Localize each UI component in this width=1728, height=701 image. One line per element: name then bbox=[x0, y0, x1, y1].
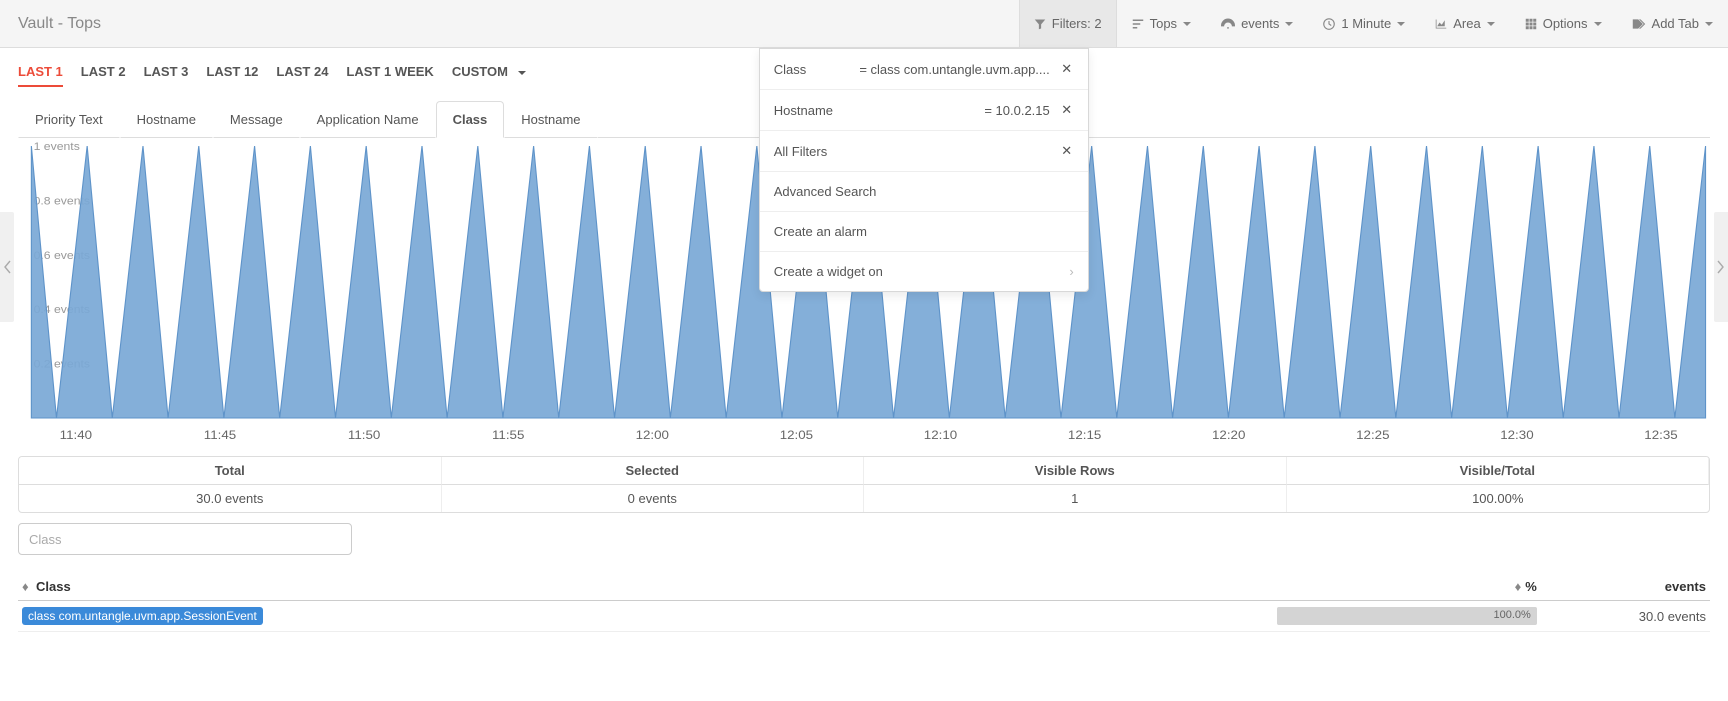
filters-dropdown: Class = class com.untangle.uvm.app.... ✕… bbox=[759, 48, 1089, 292]
filters-label: Filters: 2 bbox=[1052, 16, 1102, 31]
field-tab-priority-text-0[interactable]: Priority Text bbox=[18, 101, 120, 138]
events-value: 30.0 events bbox=[1541, 601, 1710, 632]
time-tab-last-2[interactable]: LAST 2 bbox=[81, 60, 126, 87]
stats-header: Selected bbox=[442, 457, 865, 485]
remove-filter-icon[interactable]: ✕ bbox=[1060, 102, 1074, 118]
caret-down-icon bbox=[1487, 22, 1495, 26]
chevron-right-icon bbox=[1717, 260, 1725, 274]
stats-header: Total bbox=[19, 457, 442, 485]
time-tab-last-3[interactable]: LAST 3 bbox=[144, 60, 189, 87]
all-filters-row[interactable]: All Filters ✕ bbox=[760, 131, 1088, 172]
chart-nav-next[interactable] bbox=[1714, 212, 1728, 322]
events-button[interactable]: events bbox=[1206, 0, 1308, 47]
time-tab-last-1-week[interactable]: LAST 1 WEEK bbox=[346, 60, 433, 87]
chart-nav-prev[interactable] bbox=[0, 212, 14, 322]
caret-down-icon bbox=[1285, 22, 1293, 26]
col-header-events[interactable]: events bbox=[1541, 573, 1710, 601]
caret-down-icon bbox=[1705, 22, 1713, 26]
stats-value: 1 bbox=[864, 485, 1287, 512]
create-alarm-row[interactable]: Create an alarm bbox=[760, 212, 1088, 252]
filter-row-class[interactable]: Class = class com.untangle.uvm.app.... ✕ bbox=[760, 49, 1088, 90]
caret-down-icon bbox=[518, 71, 526, 75]
col-header-class[interactable]: ♦Class bbox=[18, 573, 1236, 601]
caret-down-icon bbox=[1397, 22, 1405, 26]
add-tab-button[interactable]: Add Tab bbox=[1617, 0, 1728, 47]
clock-icon bbox=[1323, 18, 1335, 30]
field-tab-message-2[interactable]: Message bbox=[213, 101, 300, 138]
options-button[interactable]: Options bbox=[1510, 0, 1617, 47]
results-table: ♦Class ♦% events class com.untangle.uvm.… bbox=[18, 573, 1710, 632]
svg-text:12:05: 12:05 bbox=[780, 429, 813, 442]
grid-icon bbox=[1525, 18, 1537, 30]
remove-filter-icon[interactable]: ✕ bbox=[1060, 61, 1074, 77]
svg-text:12:35: 12:35 bbox=[1644, 429, 1677, 442]
page-title: Vault - Tops bbox=[0, 15, 119, 33]
svg-text:11:55: 11:55 bbox=[492, 429, 524, 442]
chart-type-button[interactable]: Area bbox=[1420, 0, 1509, 47]
field-tab-hostname-5[interactable]: Hostname bbox=[504, 101, 597, 138]
stats-value: 0 events bbox=[442, 485, 865, 512]
chevron-left-icon bbox=[3, 260, 11, 274]
caret-down-icon bbox=[1183, 22, 1191, 26]
stats-header: Visible Rows bbox=[864, 457, 1287, 485]
svg-text:1 events: 1 events bbox=[34, 141, 80, 153]
svg-text:12:20: 12:20 bbox=[1212, 429, 1245, 442]
svg-text:12:00: 12:00 bbox=[636, 429, 669, 442]
bars-icon bbox=[1132, 18, 1144, 30]
toolbar: Filters: 2 Tops events 1 Minute Area Opt… bbox=[1019, 0, 1728, 47]
header-bar: Vault - Tops Filters: 2 Tops events 1 Mi… bbox=[0, 0, 1728, 48]
sort-icon: ♦ bbox=[1511, 579, 1521, 594]
svg-text:12:10: 12:10 bbox=[924, 429, 957, 442]
svg-text:11:50: 11:50 bbox=[348, 429, 380, 442]
time-tab-last-1[interactable]: LAST 1 bbox=[18, 60, 63, 87]
class-pill[interactable]: class com.untangle.uvm.app.SessionEvent bbox=[22, 607, 263, 625]
stats-grid: TotalSelectedVisible RowsVisible/Total 30… bbox=[18, 456, 1710, 513]
tops-button[interactable]: Tops bbox=[1117, 0, 1206, 47]
field-tab-application-name-3[interactable]: Application Name bbox=[300, 101, 436, 138]
tag-icon bbox=[1632, 18, 1646, 30]
filter-row-hostname[interactable]: Hostname = 10.0.2.15 ✕ bbox=[760, 90, 1088, 131]
svg-text:11:40: 11:40 bbox=[60, 429, 92, 442]
chevron-right-icon: › bbox=[1069, 264, 1073, 279]
svg-text:12:25: 12:25 bbox=[1356, 429, 1389, 442]
caret-down-icon bbox=[1594, 22, 1602, 26]
gauge-icon bbox=[1221, 18, 1235, 30]
col-header-pct[interactable]: ♦% bbox=[1236, 573, 1541, 601]
filter-icon bbox=[1034, 18, 1046, 30]
remove-all-filters-icon[interactable]: ✕ bbox=[1060, 143, 1074, 159]
class-filter-input[interactable] bbox=[18, 523, 352, 555]
time-tab-custom[interactable]: CUSTOM bbox=[452, 60, 526, 87]
sort-icon: ♦ bbox=[22, 579, 32, 594]
pct-bar: 100.0% bbox=[1277, 607, 1537, 625]
svg-text:12:30: 12:30 bbox=[1500, 429, 1533, 442]
chart-icon bbox=[1435, 18, 1447, 30]
field-tab-hostname-1[interactable]: Hostname bbox=[120, 101, 213, 138]
time-tab-last-24[interactable]: LAST 24 bbox=[276, 60, 328, 87]
svg-text:11:45: 11:45 bbox=[204, 429, 236, 442]
stats-value: 30.0 events bbox=[19, 485, 442, 512]
svg-text:12:15: 12:15 bbox=[1068, 429, 1101, 442]
stats-header: Visible/Total bbox=[1287, 457, 1710, 485]
stats-value: 100.00% bbox=[1287, 485, 1710, 512]
table-row[interactable]: class com.untangle.uvm.app.SessionEvent 1… bbox=[18, 601, 1710, 632]
advanced-search-row[interactable]: Advanced Search bbox=[760, 172, 1088, 212]
time-tab-last-12[interactable]: LAST 12 bbox=[206, 60, 258, 87]
filters-button[interactable]: Filters: 2 bbox=[1019, 0, 1117, 47]
field-tab-class-4[interactable]: Class bbox=[436, 101, 505, 138]
interval-button[interactable]: 1 Minute bbox=[1308, 0, 1420, 47]
create-widget-row[interactable]: Create a widget on › bbox=[760, 252, 1088, 291]
